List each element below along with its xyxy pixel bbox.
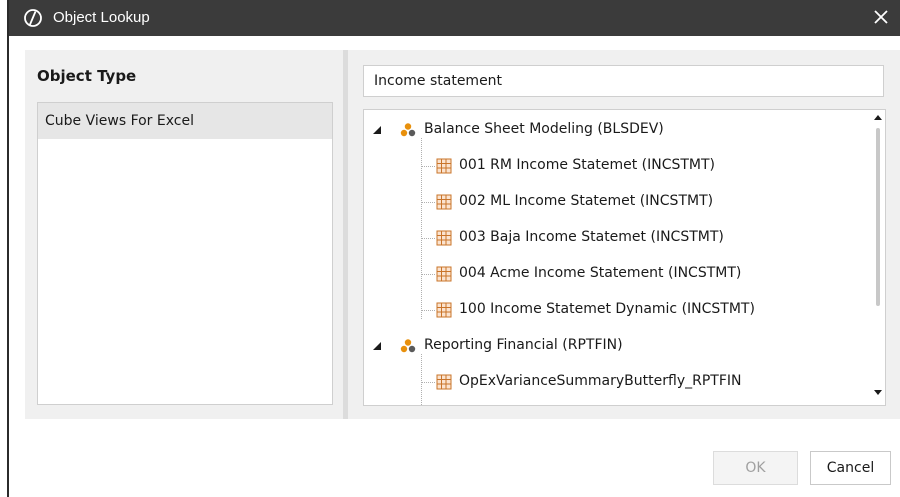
- tree-item-row[interactable]: 002 ML Income Statemet (INCSTMT): [364, 184, 864, 220]
- dialog-content: Object Type Cube Views For Excel Balance…: [25, 50, 900, 419]
- collapse-triangle-icon[interactable]: [372, 341, 382, 351]
- grid-icon: [436, 194, 452, 210]
- cancel-button[interactable]: Cancel: [810, 451, 891, 485]
- tree-item-label: 002 ML Income Statemet (INCSTMT): [459, 193, 714, 209]
- tree-scrollbar[interactable]: [871, 110, 885, 405]
- grid-icon: [436, 158, 452, 174]
- tree-item-label: 100 Income Statemet Dynamic (INCSTMT): [459, 301, 755, 317]
- grid-icon: [436, 266, 452, 282]
- tree-guide-line: [421, 202, 435, 203]
- cube-group-icon: [400, 339, 416, 353]
- results-tree: Balance Sheet Modeling (BLSDEV) 001 RM I…: [363, 109, 886, 406]
- tree-guide-line: [421, 238, 435, 239]
- results-pane: Balance Sheet Modeling (BLSDEV) 001 RM I…: [348, 50, 900, 419]
- tree-guide-line: [421, 310, 435, 311]
- grid-icon: [436, 374, 452, 390]
- ok-button[interactable]: OK: [713, 451, 798, 485]
- tree-group-label: Reporting Financial (RPTFIN): [424, 337, 623, 353]
- tree-item-row[interactable]: 100 Income Statemet Dynamic (INCSTMT): [364, 292, 864, 328]
- cube-group-icon: [400, 123, 416, 137]
- grid-icon: [436, 230, 452, 246]
- tree-group-label: Balance Sheet Modeling (BLSDEV): [424, 121, 664, 137]
- tree-item-label: 003 Baja Income Statemet (INCSTMT): [459, 229, 724, 245]
- tree-item-row[interactable]: OpExVarianceSummaryButterfly_RPTFIN: [364, 364, 864, 400]
- object-type-pane: Object Type Cube Views For Excel: [25, 50, 343, 419]
- object-type-item-cube-views[interactable]: Cube Views For Excel: [38, 103, 332, 139]
- scroll-up-arrow-icon[interactable]: [874, 115, 882, 120]
- close-icon[interactable]: [872, 8, 890, 26]
- tree-item-label: 001 RM Income Statemet (INCSTMT): [459, 157, 716, 173]
- collapse-triangle-icon[interactable]: [372, 125, 382, 135]
- tree-guide-line: [421, 274, 435, 275]
- tree-group-row[interactable]: Balance Sheet Modeling (BLSDEV): [364, 112, 864, 148]
- grid-icon: [436, 302, 452, 318]
- tree-item-label: 004 Acme Income Statement (INCSTMT): [459, 265, 742, 281]
- window-left-edge: [0, 0, 10, 497]
- scroll-down-arrow-icon[interactable]: [874, 390, 882, 395]
- tree-item-row[interactable]: 001 RM Income Statemet (INCSTMT): [364, 148, 864, 184]
- scrollbar-thumb[interactable]: [876, 128, 880, 306]
- tree-item-label: OpExVarianceSummaryButterfly_RPTFIN: [459, 373, 742, 389]
- window-title: Object Lookup: [53, 9, 150, 26]
- object-type-heading: Object Type: [37, 67, 137, 85]
- app-logo-icon: [24, 9, 42, 27]
- search-input[interactable]: [363, 65, 884, 97]
- tree-group-row[interactable]: Reporting Financial (RPTFIN): [364, 328, 864, 364]
- tree-guide-line: [421, 166, 435, 167]
- title-bar: Object Lookup: [9, 0, 900, 36]
- object-type-list: Cube Views For Excel: [37, 102, 333, 405]
- tree-item-row[interactable]: 004 Acme Income Statement (INCSTMT): [364, 256, 864, 292]
- tree-item-row[interactable]: 003 Baja Income Statemet (INCSTMT): [364, 220, 864, 256]
- tree-guide-line: [421, 382, 435, 383]
